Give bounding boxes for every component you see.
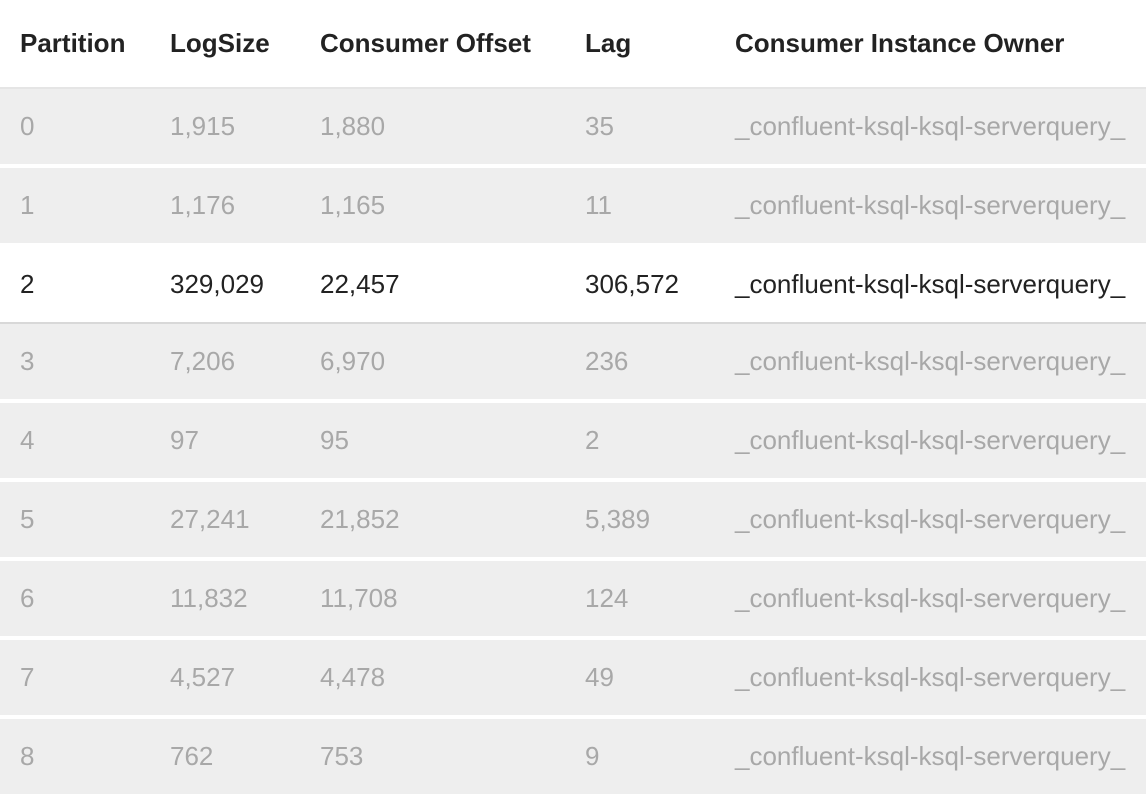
cell-lag: 2 [565, 401, 715, 480]
cell-logsize: 27,241 [150, 480, 300, 559]
cell-logsize: 1,176 [150, 166, 300, 245]
cell-offset: 4,478 [300, 638, 565, 717]
cell-logsize: 762 [150, 717, 300, 796]
cell-offset: 1,165 [300, 166, 565, 245]
table-header-row: Partition LogSize Consumer Offset Lag Co… [0, 0, 1146, 88]
cell-offset: 1,880 [300, 88, 565, 166]
cell-lag: 306,572 [565, 245, 715, 323]
cell-partition: 8 [0, 717, 150, 796]
cell-logsize: 1,915 [150, 88, 300, 166]
cell-partition: 1 [0, 166, 150, 245]
cell-offset: 6,970 [300, 323, 565, 401]
cell-logsize: 7,206 [150, 323, 300, 401]
cell-partition: 0 [0, 88, 150, 166]
cell-partition: 3 [0, 323, 150, 401]
table-row[interactable]: 497952_confluent-ksql-ksql-serverquery_ [0, 401, 1146, 480]
cell-offset: 22,457 [300, 245, 565, 323]
header-owner[interactable]: Consumer Instance Owner [715, 0, 1146, 88]
header-logsize[interactable]: LogSize [150, 0, 300, 88]
cell-lag: 35 [565, 88, 715, 166]
cell-partition: 7 [0, 638, 150, 717]
table-row[interactable]: 74,5274,47849_confluent-ksql-ksql-server… [0, 638, 1146, 717]
table-row[interactable]: 611,83211,708124_confluent-ksql-ksql-ser… [0, 559, 1146, 638]
cell-offset: 11,708 [300, 559, 565, 638]
cell-offset: 753 [300, 717, 565, 796]
cell-owner: _confluent-ksql-ksql-serverquery_ [715, 88, 1146, 166]
table-row[interactable]: 2329,02922,457306,572_confluent-ksql-ksq… [0, 245, 1146, 323]
cell-logsize: 97 [150, 401, 300, 480]
cell-owner: _confluent-ksql-ksql-serverquery_ [715, 323, 1146, 401]
table-body: 01,9151,88035_confluent-ksql-ksql-server… [0, 88, 1146, 796]
table-row[interactable]: 01,9151,88035_confluent-ksql-ksql-server… [0, 88, 1146, 166]
cell-owner: _confluent-ksql-ksql-serverquery_ [715, 559, 1146, 638]
cell-lag: 124 [565, 559, 715, 638]
table-row[interactable]: 87627539_confluent-ksql-ksql-serverquery… [0, 717, 1146, 796]
cell-owner: _confluent-ksql-ksql-serverquery_ [715, 245, 1146, 323]
cell-lag: 11 [565, 166, 715, 245]
cell-logsize: 329,029 [150, 245, 300, 323]
cell-partition: 6 [0, 559, 150, 638]
cell-lag: 5,389 [565, 480, 715, 559]
cell-lag: 49 [565, 638, 715, 717]
header-partition[interactable]: Partition [0, 0, 150, 88]
header-offset[interactable]: Consumer Offset [300, 0, 565, 88]
cell-logsize: 11,832 [150, 559, 300, 638]
header-lag[interactable]: Lag [565, 0, 715, 88]
partition-table: Partition LogSize Consumer Offset Lag Co… [0, 0, 1146, 798]
cell-partition: 5 [0, 480, 150, 559]
cell-owner: _confluent-ksql-ksql-serverquery_ [715, 166, 1146, 245]
cell-lag: 236 [565, 323, 715, 401]
cell-offset: 21,852 [300, 480, 565, 559]
cell-partition: 4 [0, 401, 150, 480]
cell-owner: _confluent-ksql-ksql-serverquery_ [715, 401, 1146, 480]
cell-offset: 95 [300, 401, 565, 480]
cell-owner: _confluent-ksql-ksql-serverquery_ [715, 480, 1146, 559]
table-row[interactable]: 527,24121,8525,389_confluent-ksql-ksql-s… [0, 480, 1146, 559]
cell-logsize: 4,527 [150, 638, 300, 717]
cell-owner: _confluent-ksql-ksql-serverquery_ [715, 638, 1146, 717]
cell-lag: 9 [565, 717, 715, 796]
cell-partition: 2 [0, 245, 150, 323]
cell-owner: _confluent-ksql-ksql-serverquery_ [715, 717, 1146, 796]
table-row[interactable]: 37,2066,970236_confluent-ksql-ksql-serve… [0, 323, 1146, 401]
table-row[interactable]: 11,1761,16511_confluent-ksql-ksql-server… [0, 166, 1146, 245]
